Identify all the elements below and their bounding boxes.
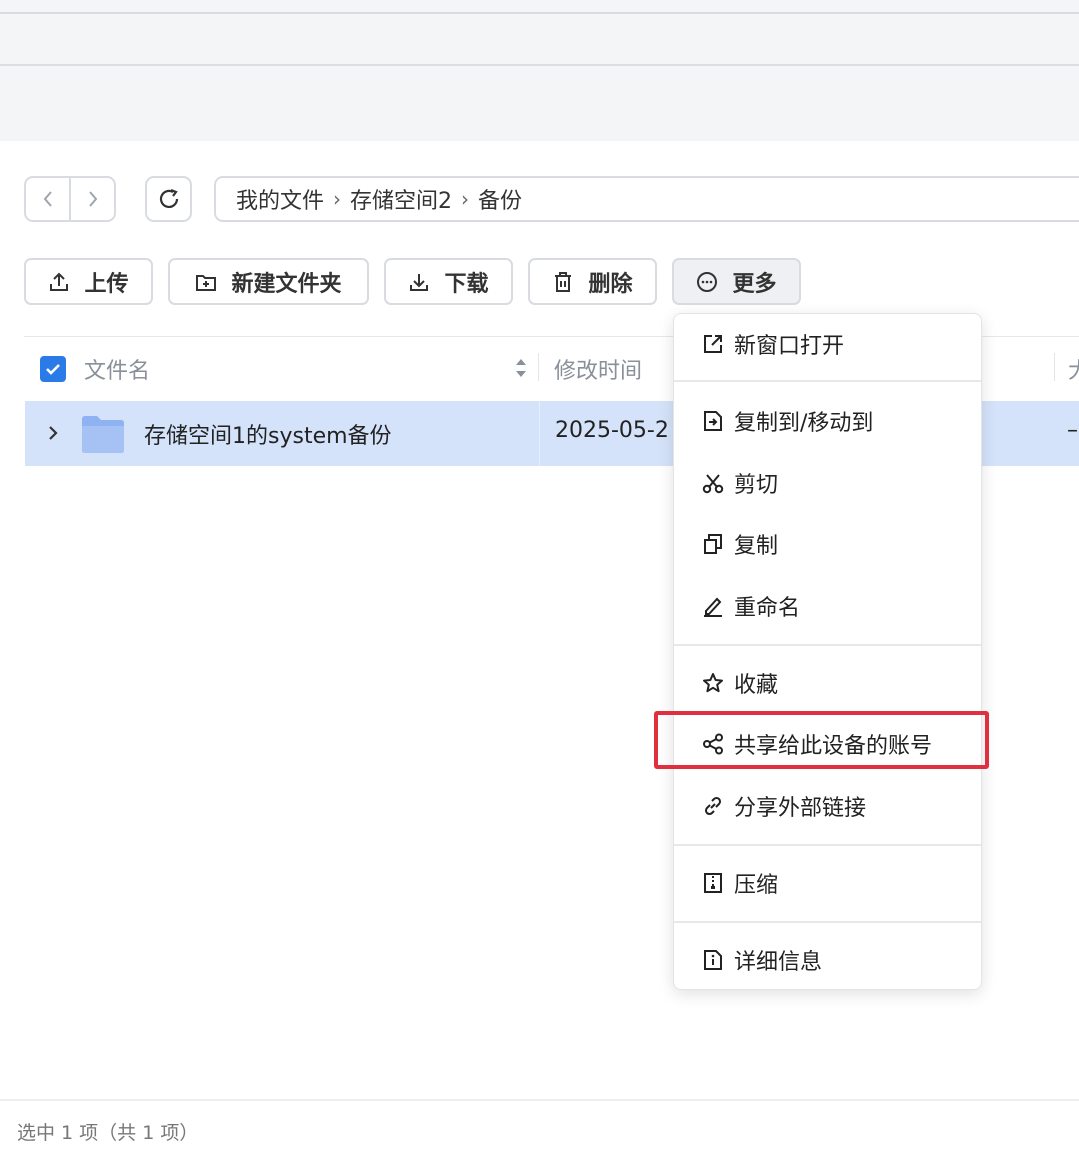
chevron-left-icon	[43, 191, 52, 207]
info-icon	[704, 950, 722, 970]
scissors-icon	[702, 474, 724, 494]
breadcrumb: 我的文件 › 存储空间2 › 备份	[214, 176, 1079, 222]
menu-label: 共享给此设备的账号	[734, 734, 933, 759]
breadcrumb-separator: ›	[333, 187, 342, 211]
breadcrumb-item-backup[interactable]: 备份	[478, 183, 522, 215]
menu-item-details[interactable]: 详细信息	[674, 935, 981, 985]
menu-item-favorite[interactable]: 收藏	[674, 658, 981, 708]
file-modified: 2025-05-2	[555, 418, 669, 443]
menu-label: 新窗口打开	[734, 334, 845, 359]
column-header-modified[interactable]: 修改时间	[554, 353, 642, 385]
delete-button[interactable]: 删除	[528, 258, 657, 305]
menu-label: 分享外部链接	[734, 796, 867, 821]
delete-label: 删除	[588, 271, 633, 297]
more-button[interactable]: 更多	[672, 258, 801, 305]
breadcrumb-item-storage2[interactable]: 存储空间2	[350, 183, 452, 215]
checkbox-icon	[46, 364, 60, 375]
menu-divider	[674, 644, 981, 646]
menu-label: 复制到/移动到	[734, 411, 874, 436]
top-band	[0, 0, 1079, 141]
file-name[interactable]: 存储空间1的system备份	[144, 418, 392, 450]
upload-button[interactable]: 上传	[24, 258, 153, 305]
archive-icon	[704, 873, 722, 893]
download-icon	[410, 273, 429, 291]
menu-label: 复制	[734, 534, 779, 559]
menu-item-copy-move[interactable]: 复制到/移动到	[674, 396, 981, 446]
menu-label: 重命名	[734, 596, 801, 621]
new-folder-label: 新建文件夹	[231, 271, 342, 297]
download-label: 下载	[444, 271, 489, 297]
column-separator[interactable]	[1054, 353, 1055, 381]
file-size: –	[1067, 418, 1078, 443]
trash-icon	[555, 271, 572, 292]
copy-icon	[704, 534, 722, 554]
menu-label: 剪切	[734, 473, 779, 498]
menu-item-cut[interactable]: 剪切	[674, 458, 981, 508]
refresh-icon	[159, 188, 178, 208]
menu-divider	[674, 380, 981, 382]
refresh-button[interactable]	[145, 176, 192, 222]
top-divider-2	[0, 64, 1079, 66]
more-icon	[697, 271, 718, 292]
star-icon	[703, 673, 723, 693]
menu-item-share-link[interactable]: 分享外部链接	[674, 781, 981, 831]
external-link-icon	[704, 335, 722, 353]
sort-icon[interactable]	[514, 355, 528, 381]
more-label: 更多	[732, 271, 777, 297]
breadcrumb-separator: ›	[461, 187, 470, 211]
more-dropdown-menu: 新窗口打开 复制到/移动到 剪切 复制 重命名 收藏 共享给此设备的账号 分享外…	[673, 313, 982, 990]
upload-label: 上传	[84, 271, 129, 297]
breadcrumb-item-my-files[interactable]: 我的文件	[236, 183, 324, 215]
menu-item-rename[interactable]: 重命名	[674, 581, 981, 631]
menu-label: 压缩	[734, 873, 779, 898]
menu-item-copy[interactable]: 复制	[674, 519, 981, 569]
share-icon	[703, 733, 723, 755]
pencil-icon	[704, 597, 722, 617]
copy-move-icon	[704, 411, 722, 431]
selection-status: 选中 1 项（共 1 项）	[17, 1122, 199, 1144]
folder-icon	[82, 416, 124, 453]
download-button[interactable]: 下载	[384, 258, 513, 305]
menu-item-share-device[interactable]: 共享给此设备的账号	[674, 719, 981, 769]
status-divider	[0, 1099, 1079, 1101]
menu-divider	[674, 921, 981, 923]
top-divider	[0, 12, 1079, 14]
upload-icon	[50, 272, 69, 291]
link-icon	[704, 796, 722, 816]
chevron-right-icon	[88, 191, 97, 207]
new-folder-button[interactable]: 新建文件夹	[168, 258, 369, 305]
back-button[interactable]	[26, 178, 69, 220]
new-folder-icon	[196, 274, 217, 291]
history-nav	[24, 176, 116, 222]
forward-button[interactable]	[69, 178, 114, 220]
menu-label: 详细信息	[734, 950, 823, 975]
column-separator[interactable]	[538, 353, 539, 381]
column-separator	[539, 401, 540, 466]
column-header-name[interactable]: 文件名	[84, 353, 150, 385]
menu-divider	[674, 844, 981, 846]
column-header-size[interactable]: 大	[1068, 353, 1079, 385]
menu-item-open-new-window[interactable]: 新窗口打开	[674, 319, 981, 369]
chevron-right-icon[interactable]	[45, 421, 61, 445]
menu-item-compress[interactable]: 压缩	[674, 858, 981, 908]
select-all-checkbox[interactable]	[40, 356, 66, 382]
menu-label: 收藏	[734, 673, 779, 698]
